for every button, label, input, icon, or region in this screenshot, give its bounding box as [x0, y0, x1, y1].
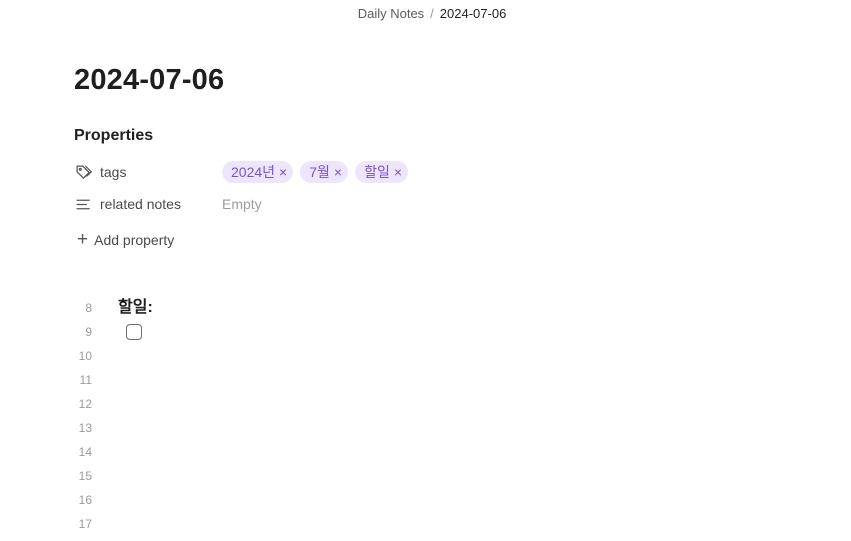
remove-tag-icon[interactable]: ×	[334, 164, 342, 180]
line-number: 10	[78, 349, 92, 363]
breadcrumb-separator: /	[430, 6, 434, 21]
property-row-related-notes: related notes Empty	[74, 192, 262, 216]
add-property-label: Add property	[94, 231, 175, 248]
line-number: 9	[85, 325, 92, 339]
text-lines-icon	[74, 195, 92, 213]
line-number: 12	[78, 397, 92, 411]
property-key-label: tags	[100, 164, 127, 180]
remove-tag-icon[interactable]: ×	[279, 164, 287, 180]
properties-heading[interactable]: Properties	[74, 127, 153, 145]
line-number: 16	[78, 493, 92, 507]
property-key-tags[interactable]: tags	[74, 163, 222, 181]
tag-pill[interactable]: 할일 ×	[355, 161, 409, 183]
tag-icon	[74, 163, 92, 181]
tag-pill[interactable]: 7월 ×	[300, 161, 349, 183]
tag-label: 할일	[364, 164, 390, 180]
note-view: Daily Notes / 2024-07-06 2024-07-06 Proper…	[0, 0, 851, 541]
add-property-button[interactable]: + Add property	[77, 230, 174, 249]
line-number: 17	[78, 517, 92, 531]
note-title[interactable]: 2024-07-06	[74, 64, 224, 97]
breadcrumb-folder[interactable]: Daily Notes	[358, 6, 424, 21]
task-checkbox[interactable]	[126, 324, 142, 340]
task-line[interactable]	[118, 320, 153, 344]
line-number: 8	[85, 301, 92, 315]
property-row-tags: tags 2024년 × 7월 × 할일 ×	[74, 160, 409, 184]
tag-pill[interactable]: 2024년 ×	[222, 161, 294, 183]
remove-tag-icon[interactable]: ×	[394, 164, 402, 180]
breadcrumb: Daily Notes / 2024-07-06	[0, 6, 851, 21]
property-key-label: related notes	[100, 196, 181, 212]
tag-label: 2024년	[231, 164, 276, 180]
todo-heading[interactable]: 할일:	[118, 296, 153, 320]
plus-icon: +	[77, 229, 89, 250]
line-number: 14	[78, 445, 92, 459]
line-number: 11	[79, 373, 92, 387]
line-number-gutter: 8 9 10 11 12 13 14 15 16 17	[70, 296, 92, 536]
editor-content[interactable]: 할일:	[118, 296, 153, 344]
line-number: 15	[78, 469, 92, 483]
breadcrumb-current[interactable]: 2024-07-06	[440, 6, 507, 21]
related-notes-value[interactable]: Empty	[222, 196, 262, 212]
property-key-related-notes[interactable]: related notes	[74, 195, 222, 213]
tag-list: 2024년 × 7월 × 할일 ×	[222, 161, 409, 183]
tag-label: 7월	[309, 164, 330, 180]
line-number: 13	[78, 421, 92, 435]
